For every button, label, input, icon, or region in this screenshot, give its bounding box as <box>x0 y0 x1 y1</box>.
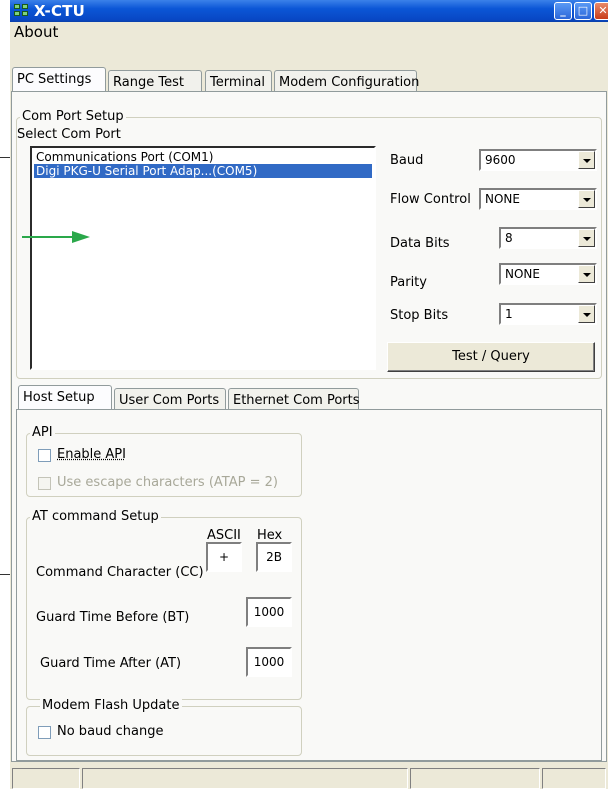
tab-host-setup[interactable]: Host Setup <box>18 385 112 409</box>
guard-time-before-input[interactable]: 1000 <box>246 597 292 627</box>
minimize-icon: _ <box>560 4 566 17</box>
select-com-port-label: Select Com Port <box>17 127 121 142</box>
parity-select[interactable]: NONE <box>499 263 597 285</box>
tab-pc-settings[interactable]: PC Settings <box>12 67 106 91</box>
status-cell-2 <box>82 768 408 789</box>
stop-bits-label: Stop Bits <box>390 308 449 323</box>
com-port-setup-title: Com Port Setup <box>20 109 126 124</box>
baud-label: Baud <box>390 153 424 168</box>
com-port-list[interactable]: Communications Port (COM1) Digi PKG-U Se… <box>30 146 376 370</box>
maximize-icon: □ <box>577 4 589 17</box>
app-icon <box>14 4 30 18</box>
close-icon: ✕ <box>598 4 608 17</box>
command-character-label: Command Character (CC) <box>36 565 204 580</box>
escape-characters-label: Use escape characters (ATAP = 2) <box>57 475 278 490</box>
guard-time-after-label: Guard Time After (AT) <box>40 656 182 671</box>
baud-select[interactable]: 9600 <box>479 149 597 171</box>
command-character-ascii-input[interactable]: + <box>206 542 242 572</box>
parity-label: Parity <box>390 275 427 290</box>
list-item[interactable]: Communications Port (COM1) <box>34 150 372 164</box>
hex-header: Hex <box>257 528 283 543</box>
title-bar[interactable]: X-CTU _ □ ✕ <box>10 0 608 22</box>
tab-ethernet-com-ports[interactable]: Ethernet Com Ports <box>228 388 360 409</box>
at-command-setup-title: AT command Setup <box>30 509 161 524</box>
guard-time-after-input[interactable]: 1000 <box>246 647 292 677</box>
close-button[interactable]: ✕ <box>594 2 608 20</box>
tab-range-test[interactable]: Range Test <box>108 70 202 91</box>
status-bar <box>10 766 608 789</box>
test-query-button[interactable]: Test / Query <box>387 342 595 372</box>
parity-value: NONE <box>505 267 540 281</box>
ascii-header: ASCII <box>207 528 241 543</box>
api-title: API <box>30 425 55 440</box>
status-cell-1 <box>12 768 80 789</box>
command-character-hex-input[interactable]: 2B <box>256 542 292 572</box>
list-item-selected[interactable]: Digi PKG-U Serial Port Adap...(COM5) <box>34 164 372 178</box>
annotation-arrow <box>22 231 90 243</box>
status-cell-4 <box>542 768 606 789</box>
tab-user-com-ports[interactable]: User Com Ports <box>114 388 226 409</box>
tab-terminal[interactable]: Terminal <box>205 70 272 91</box>
maximize-button[interactable]: □ <box>574 2 592 20</box>
xctu-window: X-CTU _ □ ✕ About PC Settings Range Test… <box>10 0 608 789</box>
modem-flash-update-title: Modem Flash Update <box>40 698 182 713</box>
enable-api-label: Enable API <box>57 447 126 462</box>
menu-bar: About <box>10 22 608 42</box>
escape-characters-checkbox[interactable] <box>38 477 51 490</box>
chevron-down-icon[interactable] <box>578 229 595 247</box>
menu-about[interactable]: About <box>14 23 58 41</box>
chevron-down-icon[interactable] <box>578 265 595 283</box>
minimize-button[interactable]: _ <box>554 2 572 20</box>
data-bits-value: 8 <box>505 231 513 245</box>
stop-bits-select[interactable]: 1 <box>499 303 597 325</box>
flow-control-label: Flow Control <box>390 192 471 207</box>
stop-bits-value: 1 <box>505 307 513 321</box>
data-bits-label: Data Bits <box>390 236 450 251</box>
flow-control-value: NONE <box>485 192 520 206</box>
no-baud-change-checkbox[interactable] <box>38 726 51 739</box>
data-bits-select[interactable]: 8 <box>499 227 597 249</box>
chevron-down-icon[interactable] <box>578 151 595 169</box>
tab-modem-configuration[interactable]: Modem Configuration <box>274 70 419 91</box>
baud-value: 9600 <box>485 153 516 167</box>
enable-api-checkbox[interactable] <box>38 449 51 462</box>
window-title: X-CTU <box>34 2 85 20</box>
guard-time-before-label: Guard Time Before (BT) <box>36 610 190 625</box>
no-baud-change-label: No baud change <box>57 724 164 739</box>
chevron-down-icon[interactable] <box>578 190 595 208</box>
chevron-down-icon[interactable] <box>578 305 595 323</box>
flow-control-select[interactable]: NONE <box>479 188 597 210</box>
status-cell-3 <box>410 768 540 789</box>
